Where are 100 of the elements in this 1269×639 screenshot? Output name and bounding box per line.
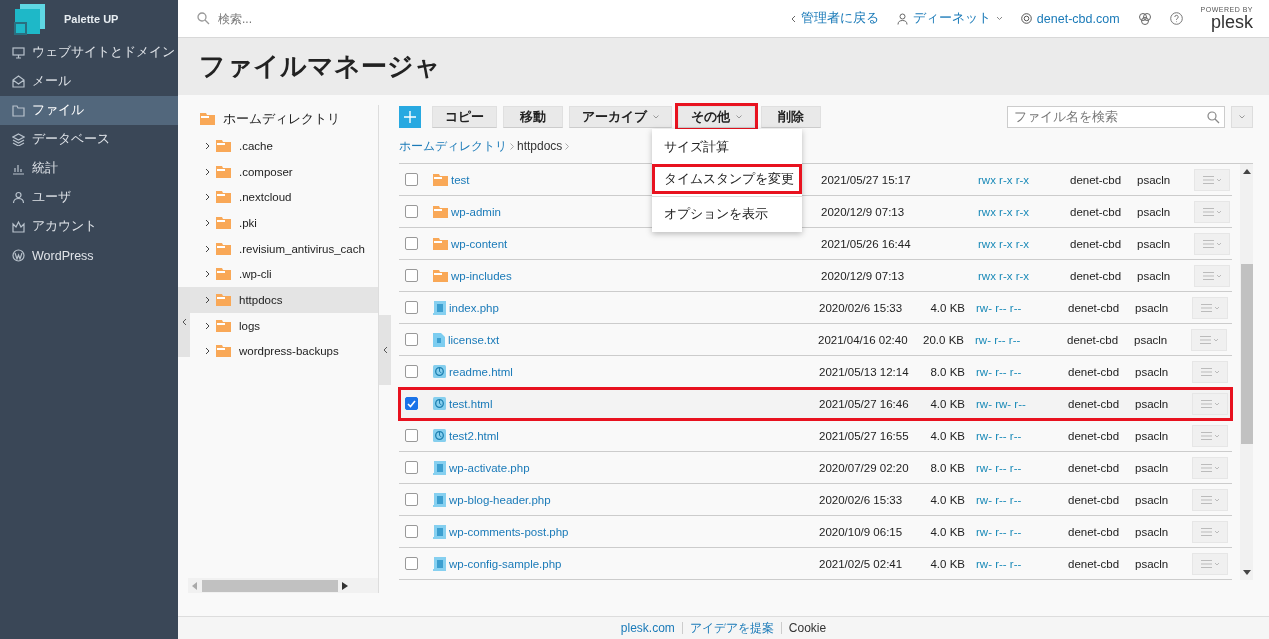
extensions-icon[interactable] — [1137, 11, 1152, 26]
row-actions-button[interactable] — [1191, 328, 1227, 351]
sidebar-item[interactable]: データベース — [0, 125, 178, 154]
row-actions-button[interactable] — [1192, 456, 1228, 479]
file-name-link[interactable]: wp-content — [451, 237, 508, 250]
toolbar-button[interactable]: 移動 — [503, 106, 563, 128]
permissions-link[interactable]: rwx r-x r-x — [978, 173, 1070, 186]
permissions-link[interactable]: rw- r-- r-- — [976, 461, 1068, 474]
checkbox[interactable] — [405, 173, 418, 186]
tree-item[interactable]: .composer — [188, 158, 378, 185]
tree-item[interactable]: logs — [188, 312, 378, 339]
collapse-handle[interactable] — [379, 315, 391, 385]
checkbox[interactable] — [405, 237, 418, 250]
scroll-down-icon[interactable] — [1242, 570, 1251, 575]
permissions-link[interactable]: rw- r-- r-- — [976, 301, 1068, 314]
toolbar-button[interactable]: コピー — [432, 106, 497, 128]
help-icon[interactable] — [1169, 12, 1183, 25]
domain-link[interactable]: denet-cbd.com — [1020, 11, 1120, 26]
file-name-link[interactable]: wp-includes — [451, 269, 512, 282]
permissions-link[interactable]: rw- r-- r-- — [976, 365, 1068, 378]
row-actions-button[interactable] — [1192, 296, 1228, 319]
checkbox[interactable] — [405, 365, 418, 378]
file-name-link[interactable]: test.html — [449, 397, 493, 410]
sidebar-item[interactable]: メール — [0, 67, 178, 96]
checkbox[interactable] — [405, 429, 418, 442]
vertical-scrollbar[interactable] — [1240, 164, 1253, 580]
permissions-link[interactable]: rw- r-- r-- — [976, 525, 1068, 538]
row-actions-button[interactable] — [1194, 232, 1230, 255]
permissions-link[interactable]: rwx r-x r-x — [978, 269, 1070, 282]
checkbox[interactable] — [405, 493, 418, 506]
row-actions-button[interactable] — [1192, 424, 1228, 447]
footer-link[interactable]: アイデアを提案 — [689, 619, 774, 637]
scroll-right-icon[interactable] — [342, 581, 348, 590]
row-actions-button[interactable] — [1194, 264, 1230, 287]
tree-item[interactable]: .revisium_antivirus_cach — [188, 235, 378, 262]
row-actions-button[interactable] — [1194, 200, 1230, 223]
tree-item[interactable]: .pki — [188, 210, 378, 236]
row-actions-button[interactable] — [1192, 360, 1228, 383]
scroll-up-icon[interactable] — [1242, 169, 1251, 174]
tree-item[interactable]: .cache — [188, 133, 378, 159]
permissions-link[interactable]: rw- r-- r-- — [976, 557, 1068, 570]
file-name-link[interactable]: readme.html — [449, 365, 513, 378]
checkbox[interactable] — [405, 397, 418, 410]
row-actions-button[interactable] — [1192, 552, 1228, 575]
search-field[interactable]: 検索... — [216, 10, 420, 27]
permissions-link[interactable]: rw- rw- r-- — [976, 397, 1068, 410]
sidebar-item[interactable]: ファイル — [0, 96, 178, 125]
toolbar-button[interactable]: その他 — [678, 106, 755, 128]
file-name-link[interactable]: test2.html — [449, 429, 499, 442]
sidebar-item[interactable]: アカウント — [0, 212, 178, 241]
menu-icon — [1201, 527, 1219, 536]
tree-item[interactable]: httpdocs — [188, 287, 378, 313]
checkbox[interactable] — [405, 525, 418, 538]
row-actions-button[interactable] — [1192, 520, 1228, 543]
file-name-link[interactable]: wp-activate.php — [449, 461, 530, 474]
file-name-link[interactable]: license.txt — [448, 333, 500, 346]
file-name-link[interactable]: index.php — [449, 301, 499, 314]
sidebar-item[interactable]: ユーザ — [0, 183, 178, 212]
row-actions-button[interactable] — [1192, 392, 1228, 415]
permissions-link[interactable]: rw- r-- r-- — [976, 429, 1068, 442]
search-options-button[interactable] — [1231, 106, 1253, 128]
tree-item[interactable]: .nextcloud — [188, 184, 378, 211]
footer-link[interactable]: plesk.com — [620, 621, 675, 635]
row-actions-button[interactable] — [1194, 168, 1230, 191]
file-search-field[interactable]: ファイル名を検索 — [1007, 106, 1225, 128]
row-actions-button[interactable] — [1192, 488, 1228, 511]
sidebar-item[interactable]: ウェブサイトとドメイン — [0, 38, 178, 67]
checkbox[interactable] — [405, 333, 418, 346]
menu-item[interactable]: タイムスタンプを変更 — [652, 164, 802, 194]
breadcrumb-link[interactable]: ホームディレクトリ — [399, 137, 507, 155]
user-menu[interactable]: ディーネット — [896, 10, 1003, 27]
file-name-link[interactable]: wp-blog-header.php — [449, 493, 551, 506]
checkbox[interactable] — [405, 205, 418, 218]
tree-item[interactable]: wordpress-backups — [188, 338, 378, 365]
add-button[interactable] — [399, 106, 421, 128]
permissions-link[interactable]: rwx r-x r-x — [978, 237, 1070, 250]
scroll-left-icon[interactable] — [192, 581, 198, 590]
collapse-handle[interactable] — [178, 287, 190, 357]
file-name-link[interactable]: wp-config-sample.php — [449, 557, 562, 570]
tree-item[interactable]: ホームディレクトリ — [188, 105, 378, 133]
checkbox[interactable] — [405, 461, 418, 474]
sidebar-item[interactable]: WordPress — [0, 241, 178, 270]
menu-item[interactable]: サイズ計算 — [652, 132, 802, 162]
checkbox[interactable] — [405, 269, 418, 282]
file-name-link[interactable]: wp-comments-post.php — [449, 525, 569, 538]
toolbar-button[interactable]: アーカイブ — [569, 106, 672, 128]
checkbox[interactable] — [405, 557, 418, 570]
file-name-link[interactable]: test — [451, 173, 470, 186]
tree-item[interactable]: .wp-cli — [188, 261, 378, 288]
permissions-link[interactable]: rw- r-- r-- — [976, 493, 1068, 506]
toolbar-button[interactable]: 削除 — [761, 106, 821, 128]
menu-item[interactable]: オプションを表示 — [652, 199, 802, 229]
sidebar-item[interactable]: 統計 — [0, 154, 178, 183]
checkbox[interactable] — [405, 301, 418, 314]
permissions-link[interactable]: rw- r-- r-- — [975, 333, 1067, 346]
permissions-link[interactable]: rwx r-x r-x — [978, 205, 1070, 218]
back-link[interactable]: 管理者に戻る — [790, 10, 879, 27]
file-name-link[interactable]: wp-admin — [451, 205, 501, 218]
footer-link[interactable]: Cookie — [788, 621, 827, 635]
horizontal-scrollbar[interactable] — [188, 578, 378, 593]
